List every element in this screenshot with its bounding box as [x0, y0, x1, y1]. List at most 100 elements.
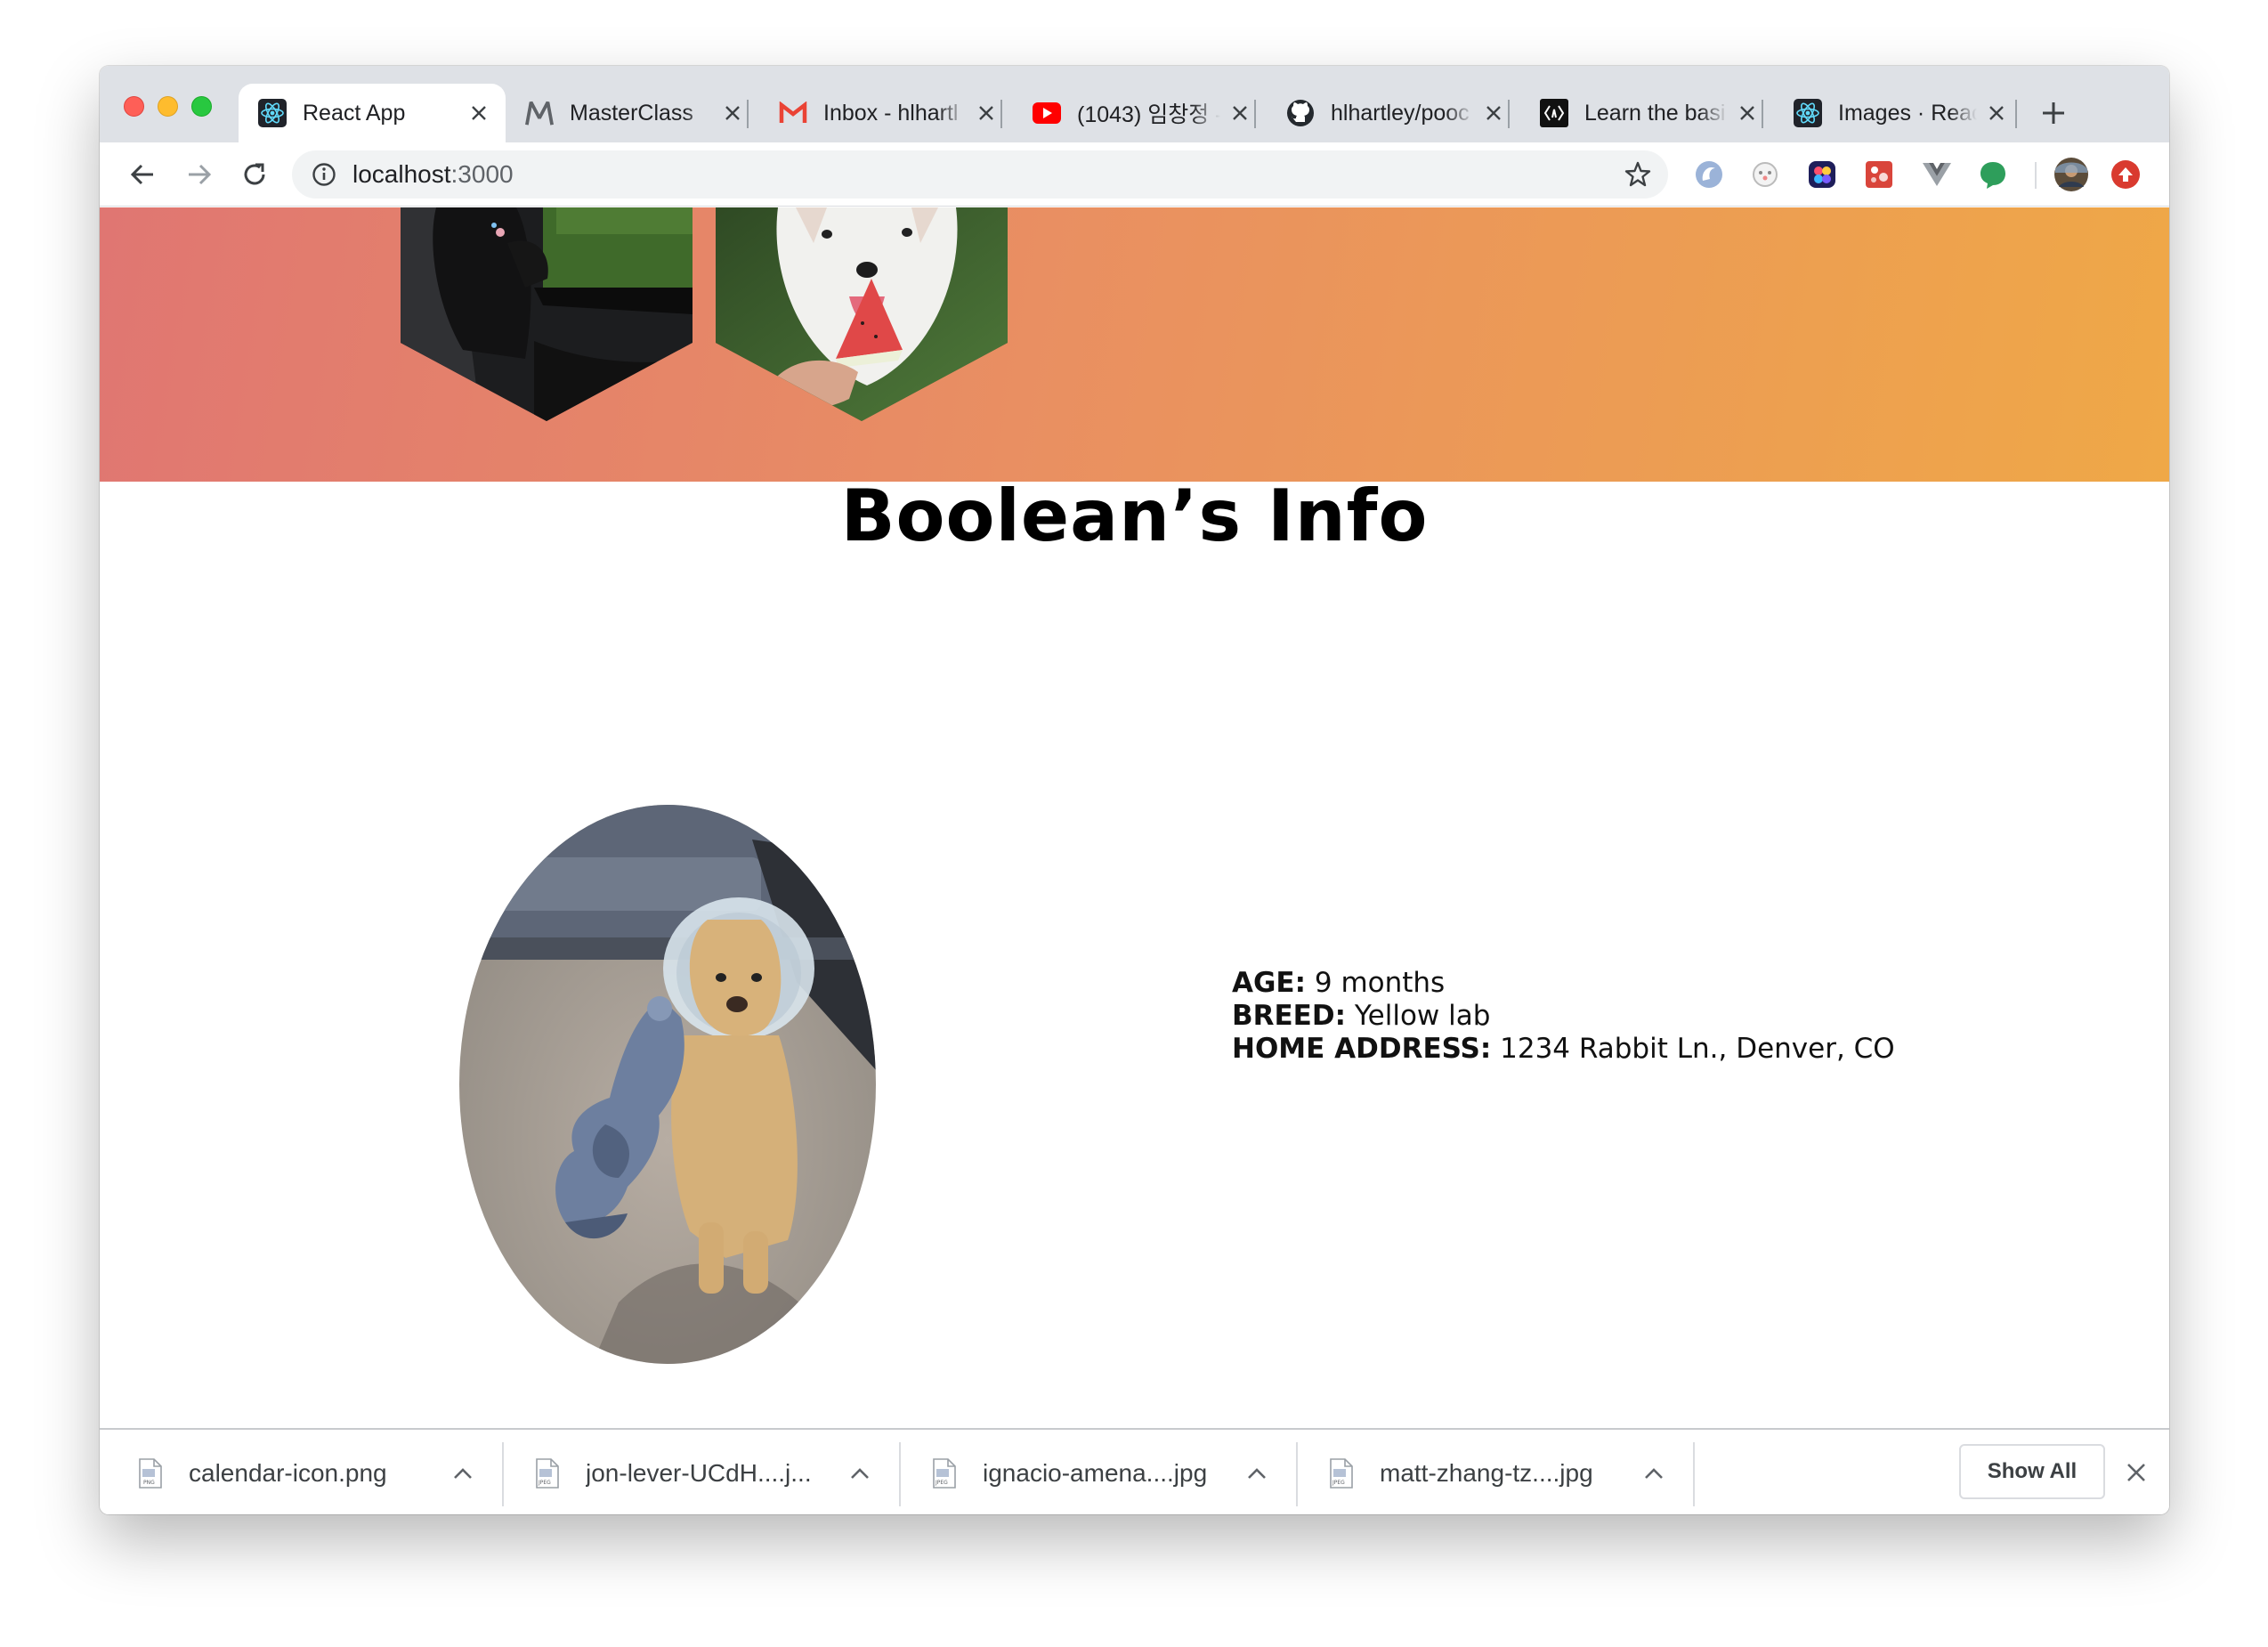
close-tab-icon[interactable] [1735, 101, 1760, 126]
close-tab-icon[interactable] [720, 101, 745, 126]
breed-label: BREED: [1232, 1000, 1346, 1032]
codepen-icon [1540, 99, 1568, 127]
download-item[interactable]: PNG calendar-icon.png [100, 1430, 503, 1514]
edge-icon[interactable] [1693, 158, 1725, 191]
tab-title: Images · React [1838, 100, 1977, 126]
download-filename: ignacio-amena....jpg [983, 1458, 1208, 1487]
tab-title: MasterClass [570, 100, 693, 126]
hero-banner [100, 207, 2169, 482]
svg-text:JPEG: JPEG [1332, 1480, 1345, 1486]
address-value: 1234 Rabbit Ln., Denver, CO [1491, 1033, 1895, 1065]
close-tab-icon[interactable] [466, 101, 491, 126]
close-tab-icon[interactable] [1481, 101, 1506, 126]
arrow-right-icon [189, 164, 212, 185]
download-item[interactable]: JPEG matt-zhang-tz....jpg [1291, 1430, 1694, 1514]
puzzle-icon[interactable] [1863, 158, 1895, 191]
chevron-up-icon[interactable] [846, 1460, 873, 1487]
github-icon [1286, 99, 1315, 127]
download-filename: calendar-icon.png [189, 1458, 387, 1487]
vue-icon[interactable] [1921, 158, 1953, 191]
address-bar[interactable]: localhost:3000 [292, 150, 1668, 199]
tab-separator [2015, 100, 2017, 128]
chevron-up-icon[interactable] [1243, 1460, 1270, 1487]
tab-images-react[interactable]: Images · React [1774, 84, 2023, 142]
info-icon[interactable] [310, 160, 338, 189]
react-icon [1794, 99, 1822, 127]
url-text: localhost:3000 [352, 160, 514, 188]
forward-button[interactable] [180, 155, 219, 194]
tab-title: hlhartley/pooc [1331, 100, 1470, 126]
dog-profile-photo [459, 805, 876, 1364]
tab-title: Inbox - hlhartl [823, 100, 959, 126]
close-shelf-icon[interactable] [2120, 1456, 2152, 1489]
file-icon: JPEG [933, 1457, 956, 1489]
age-row: AGE: 9 months [1232, 967, 1895, 1000]
download-separator [1693, 1442, 1695, 1506]
breed-value: Yellow lab [1345, 1000, 1491, 1032]
maximize-window-button[interactable] [191, 96, 212, 117]
tab-title: (1043) 임창정 - [1077, 102, 1220, 127]
react-icon [258, 99, 287, 127]
avatar[interactable] [2053, 157, 2089, 192]
new-tab-button[interactable] [2031, 91, 2076, 135]
toolbar-separator [2035, 162, 2037, 189]
browser-window: React App MasterClass Inbox - hlhartl (1… [100, 66, 2169, 1514]
dots-icon[interactable] [1806, 158, 1838, 191]
show-all-button[interactable]: Show All [1959, 1444, 2105, 1499]
tab-gmail[interactable]: Inbox - hlhartl [759, 84, 1013, 142]
breed-row: BREED: Yellow lab [1232, 1000, 1895, 1033]
tab-separator [1508, 100, 1510, 128]
bookmark-star-icon[interactable] [1624, 160, 1652, 189]
age-value: 9 months [1306, 967, 1446, 999]
reload-icon [244, 163, 265, 185]
plus-icon [2043, 102, 2064, 124]
close-tab-icon[interactable] [1227, 101, 1252, 126]
tab-youtube[interactable]: (1043) 임창정 - [1013, 84, 1267, 142]
address-row: HOME ADDRESS: 1234 Rabbit Ln., Denver, C… [1232, 1033, 1895, 1066]
chevron-up-icon[interactable] [1640, 1460, 1667, 1487]
arrow-left-icon [130, 164, 153, 185]
minimize-window-button[interactable] [158, 96, 178, 117]
upload-icon[interactable] [2110, 158, 2142, 191]
page-title: Boolean’s Info [840, 475, 1429, 557]
download-filename: matt-zhang-tz....jpg [1380, 1458, 1593, 1487]
dog-photo-watermelon[interactable] [716, 207, 1008, 421]
tab-masterclass[interactable]: MasterClass [506, 84, 759, 142]
tab-react-app[interactable]: React App [239, 84, 506, 142]
file-icon: PNG [139, 1457, 162, 1489]
file-icon: JPEG [1330, 1457, 1353, 1489]
tab-separator [1000, 100, 1002, 128]
tab-separator [747, 100, 749, 128]
dog-details: AGE: 9 months BREED: Yellow lab HOME ADD… [1232, 967, 1895, 1066]
svg-text:JPEG: JPEG [538, 1480, 551, 1486]
close-tab-icon[interactable] [1984, 101, 2009, 126]
download-filename: jon-lever-UCdH....j... [586, 1458, 812, 1487]
browser-toolbar: localhost:3000 [100, 142, 2169, 207]
close-window-button[interactable] [124, 96, 144, 117]
dogface-icon[interactable] [1749, 158, 1781, 191]
back-button[interactable] [123, 155, 162, 194]
download-shelf: PNG calendar-icon.png JPEG jon-lever-UCd… [100, 1428, 2169, 1514]
tab-title: React App [303, 100, 406, 126]
gmail-icon [779, 99, 807, 127]
chevron-up-icon[interactable] [450, 1460, 476, 1487]
chat-icon[interactable] [1977, 158, 2009, 191]
download-item[interactable]: JPEG jon-lever-UCdH....j... [497, 1430, 900, 1514]
age-label: AGE: [1232, 967, 1307, 999]
file-icon: JPEG [536, 1457, 559, 1489]
dog-photo-car[interactable] [401, 207, 693, 421]
tab-github[interactable]: hlhartley/pooc [1267, 84, 1520, 142]
tab-learn-basics[interactable]: Learn the basi [1520, 84, 1774, 142]
youtube-icon [1033, 99, 1061, 127]
masterclass-icon [525, 99, 554, 127]
download-item[interactable]: JPEG ignacio-amena....jpg [894, 1430, 1297, 1514]
svg-text:JPEG: JPEG [935, 1480, 948, 1486]
tab-separator [1254, 100, 1256, 128]
tab-title: Learn the basi [1584, 100, 1726, 126]
reload-button[interactable] [235, 155, 274, 194]
tab-separator [1762, 100, 1763, 128]
tab-strip: React App MasterClass Inbox - hlhartl (1… [100, 66, 2169, 142]
svg-text:PNG: PNG [143, 1480, 155, 1486]
close-tab-icon[interactable] [974, 101, 999, 126]
page-content: Boolean’s Info AGE: 9 months BREED: Yell… [100, 207, 2169, 1493]
